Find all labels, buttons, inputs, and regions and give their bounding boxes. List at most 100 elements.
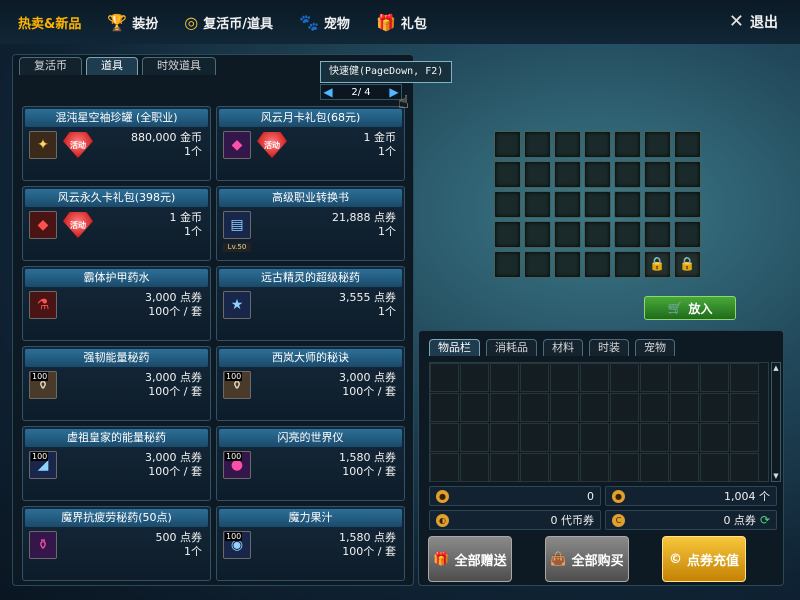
subtab-revive-coin[interactable]: 复活币	[19, 57, 82, 75]
cart-slot[interactable]	[674, 191, 701, 218]
tab-materials[interactable]: 材料	[543, 339, 583, 356]
inventory-slot[interactable]	[700, 423, 729, 452]
item-card[interactable]: 强韧能量秘药 100 ⚱ 3,000 点券 100个 / 套	[22, 346, 211, 421]
inventory-slot[interactable]	[640, 423, 669, 452]
cart-slot[interactable]	[614, 251, 641, 278]
cart-slot[interactable]	[554, 191, 581, 218]
inventory-slot[interactable]	[580, 393, 609, 422]
inventory-slot[interactable]	[730, 363, 759, 392]
inventory-slot[interactable]	[730, 453, 759, 482]
tab-fashion[interactable]: 时装	[589, 339, 629, 356]
cart-slot[interactable]	[554, 131, 581, 158]
item-card[interactable]: 魔力果汁 100 ◉ 1,580 点券 100个 / 套	[216, 506, 405, 581]
inventory-slot[interactable]	[460, 423, 489, 452]
inventory-slot[interactable]	[430, 363, 459, 392]
cart-slot[interactable]	[554, 221, 581, 248]
cart-slot[interactable]	[524, 131, 551, 158]
inventory-slot[interactable]	[520, 453, 549, 482]
tab-consumables[interactable]: 消耗品	[486, 339, 537, 356]
cart-slot[interactable]	[494, 191, 521, 218]
cart-slot[interactable]	[584, 161, 611, 188]
buy-all-button[interactable]: 👜 全部购买	[545, 536, 629, 582]
cart-slot[interactable]	[494, 161, 521, 188]
inventory-slot[interactable]	[460, 363, 489, 392]
cart-slot[interactable]	[494, 221, 521, 248]
exit-button[interactable]: ✕ 退出	[729, 11, 778, 32]
inventory-slot[interactable]	[520, 423, 549, 452]
cart-slot[interactable]	[554, 161, 581, 188]
tab-pets[interactable]: 🐾 宠物	[293, 0, 356, 44]
inventory-slot[interactable]	[610, 453, 639, 482]
inventory-slot[interactable]	[490, 393, 519, 422]
cart-slot[interactable]	[674, 161, 701, 188]
item-card[interactable]: 霸体护甲药水 ⚗ 3,000 点券 100个 / 套	[22, 266, 211, 341]
cart-slot[interactable]	[524, 161, 551, 188]
inventory-slot[interactable]	[610, 363, 639, 392]
inventory-slot[interactable]	[550, 393, 579, 422]
cart-slot[interactable]	[644, 221, 671, 248]
inventory-slot[interactable]	[550, 453, 579, 482]
inventory-slot[interactable]	[670, 423, 699, 452]
item-card[interactable]: 西岚大师的秘诀 100 ⚱ 3,000 点券 100个 / 套	[216, 346, 405, 421]
cart-slot[interactable]	[584, 251, 611, 278]
inventory-slot[interactable]	[490, 423, 519, 452]
tab-pet[interactable]: 宠物	[635, 339, 675, 356]
inventory-slot[interactable]	[640, 453, 669, 482]
inventory-slot[interactable]	[430, 453, 459, 482]
item-card[interactable]: 虚祖皇家的能量秘药 100 ◢ 3,000 点券 100个 / 套	[22, 426, 211, 501]
cart-slot[interactable]	[584, 191, 611, 218]
cart-slot[interactable]	[494, 251, 521, 278]
cart-slot[interactable]	[674, 221, 701, 248]
inventory-slot[interactable]	[550, 363, 579, 392]
cart-slot[interactable]	[584, 131, 611, 158]
item-card[interactable]: 风云永久卡礼包(398元) ◆ 活动 1 金币 1个	[22, 186, 211, 261]
item-card[interactable]: 风云月卡礼包(68元) ◆ 活动 1 金币 1个	[216, 106, 405, 181]
gift-all-button[interactable]: 🎁 全部赠送	[428, 536, 512, 582]
tab-gift-packs[interactable]: 🎁 礼包	[370, 0, 433, 44]
inventory-slot[interactable]	[430, 393, 459, 422]
cart-slot[interactable]	[614, 191, 641, 218]
cart-slot[interactable]	[644, 131, 671, 158]
item-card[interactable]: 魔界抗疲劳秘药(50点) ⚱ 500 点券 1个	[22, 506, 211, 581]
inventory-slot[interactable]	[550, 423, 579, 452]
inventory-slot[interactable]	[730, 423, 759, 452]
cart-slot[interactable]	[554, 251, 581, 278]
item-card[interactable]: 闪亮的世界仪 100 ● 1,580 点券 100个 / 套	[216, 426, 405, 501]
cart-slot[interactable]	[644, 161, 671, 188]
cart-slot[interactable]	[524, 221, 551, 248]
cart-slot[interactable]	[674, 131, 701, 158]
scroll-up-icon[interactable]: ▲	[772, 363, 780, 373]
subtab-timed-items[interactable]: 时效道具	[142, 57, 216, 75]
item-card[interactable]: 远古精灵的超级秘药 ★ 3,555 点券 1个	[216, 266, 405, 341]
inventory-slot[interactable]	[490, 453, 519, 482]
inventory-slot[interactable]	[700, 363, 729, 392]
inventory-slot[interactable]	[520, 393, 549, 422]
item-card[interactable]: 混沌星空袖珍罐 (全职业) ✦ 活动 880,000 金币 1个	[22, 106, 211, 181]
inventory-slot[interactable]	[460, 393, 489, 422]
tab-inventory[interactable]: 物品栏	[429, 339, 480, 356]
inventory-slot[interactable]	[700, 393, 729, 422]
refresh-icon[interactable]: ⟳	[760, 513, 770, 527]
inventory-slot[interactable]	[640, 363, 669, 392]
subtab-items[interactable]: 道具	[86, 57, 138, 75]
inventory-slot[interactable]	[580, 453, 609, 482]
cart-slot[interactable]	[524, 191, 551, 218]
cart-slot[interactable]	[614, 161, 641, 188]
inventory-slot[interactable]	[670, 453, 699, 482]
cart-slot[interactable]	[644, 191, 671, 218]
inventory-slot[interactable]	[460, 453, 489, 482]
put-in-button[interactable]: 🛒 放入	[644, 296, 736, 320]
inventory-slot[interactable]	[730, 393, 759, 422]
inventory-slot[interactable]	[490, 363, 519, 392]
inventory-slot[interactable]	[670, 363, 699, 392]
tab-costume[interactable]: 🏆 装扮	[101, 0, 164, 44]
inventory-slot[interactable]	[580, 363, 609, 392]
inventory-slot[interactable]	[430, 423, 459, 452]
item-card[interactable]: 高级职业转换书 ▤ Lv.50 21,888 点券 1个	[216, 186, 405, 261]
prev-page-button[interactable]: ◀	[321, 85, 335, 99]
scroll-down-icon[interactable]: ▼	[772, 471, 780, 481]
cart-slot[interactable]	[494, 131, 521, 158]
cart-slot[interactable]	[614, 131, 641, 158]
tab-revive-items[interactable]: ◎ 复活币/道具	[178, 0, 279, 44]
inventory-slot[interactable]	[520, 363, 549, 392]
